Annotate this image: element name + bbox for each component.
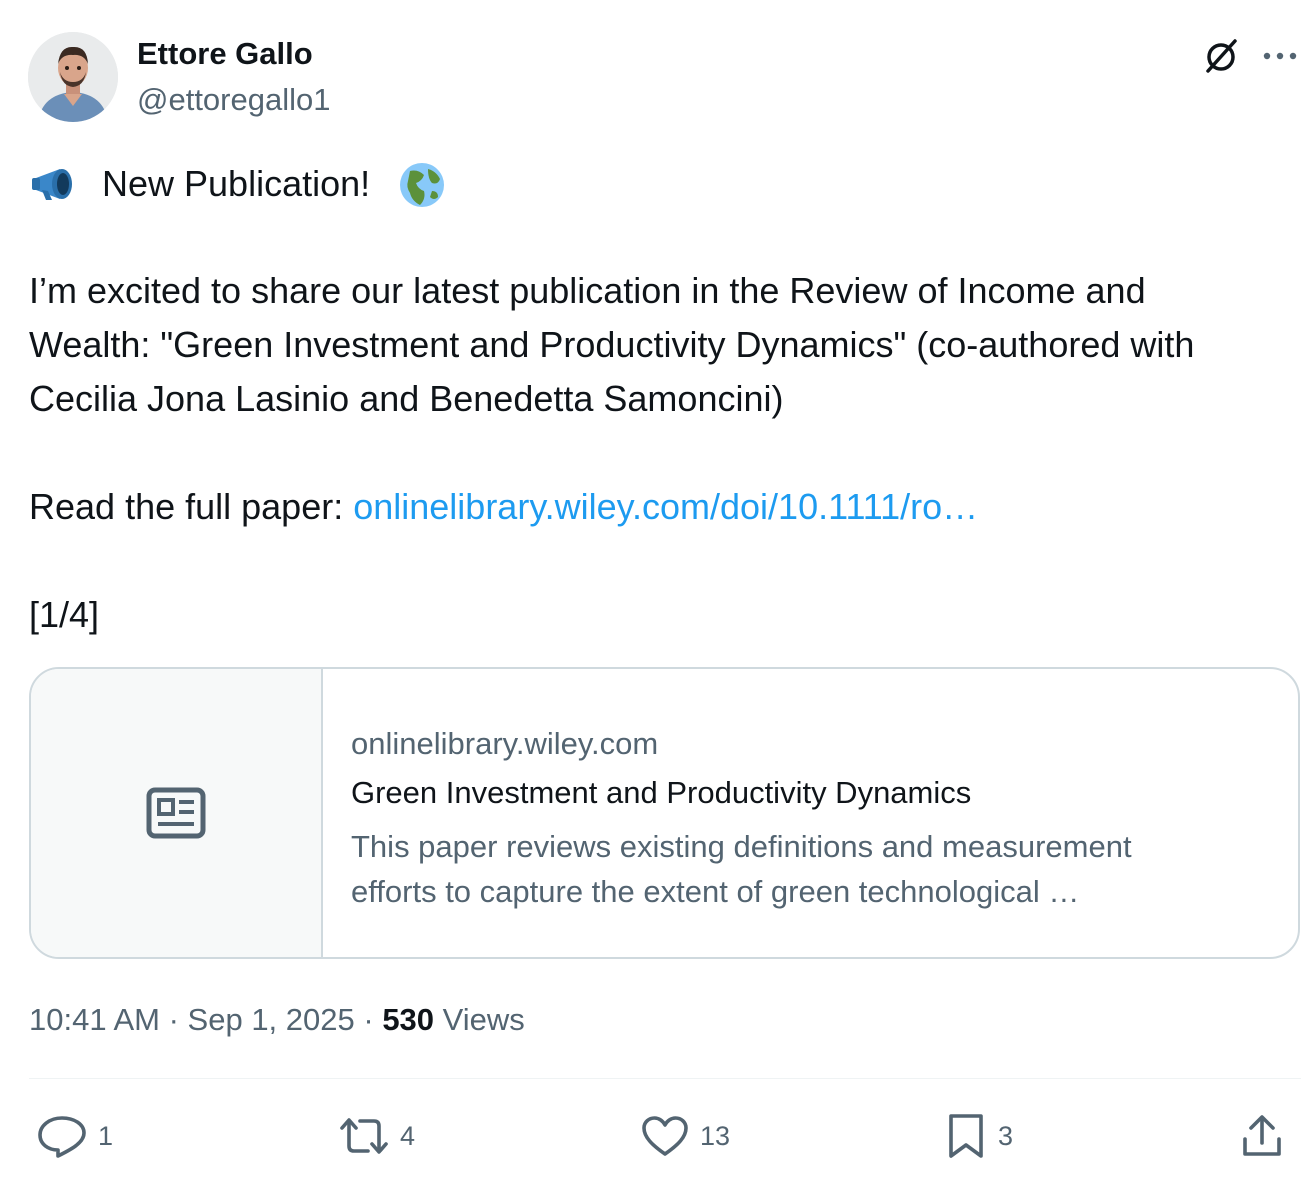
card-description-line: This paper reviews existing definitions … <box>351 829 1132 864</box>
tweet-body-line: Wealth: "Green Investment and Productivi… <box>29 324 1195 365</box>
bookmark-button[interactable]: 3 <box>944 1108 1013 1164</box>
reply-count: 1 <box>98 1120 114 1151</box>
meta-separator: · <box>159 1002 188 1037</box>
tweet-body-line: Cecilia Jona Lasinio and Benedetta Samon… <box>29 378 784 419</box>
tweet-body-line: I’m excited to share our latest publicat… <box>29 270 1146 311</box>
tweet-date[interactable]: Sep 1, 2025 <box>188 1002 355 1037</box>
views-label: Views <box>434 1002 525 1037</box>
author-handle[interactable]: @ettoregallo1 <box>137 82 330 118</box>
card-domain: onlinelibrary.wiley.com <box>351 726 659 761</box>
like-icon <box>642 1116 688 1156</box>
bookmark-count: 3 <box>998 1120 1014 1151</box>
retweet-button[interactable]: 4 <box>338 1108 415 1164</box>
reply-button[interactable]: 1 <box>36 1108 113 1164</box>
views-count: 530 <box>382 1002 435 1037</box>
globe-icon <box>398 161 446 209</box>
card-title: Green Investment and Productivity Dynami… <box>351 775 972 810</box>
avatar[interactable] <box>28 32 118 122</box>
tweet-headline: New Publication! <box>102 163 371 204</box>
tweet-time[interactable]: 10:41 AM <box>29 1002 160 1037</box>
tweet-meta: 10:41 AM · Sep 1, 2025 · 530 Views <box>29 1002 525 1038</box>
read-prefix: Read the full paper: <box>29 486 354 527</box>
card-thumbnail <box>31 669 323 957</box>
avatar-image <box>28 32 118 122</box>
megaphone-icon <box>30 166 78 202</box>
more-icon <box>1263 52 1297 60</box>
grok-icon <box>1206 39 1237 73</box>
share-icon <box>1243 1115 1281 1156</box>
card-description-line: efforts to capture the extent of green t… <box>351 874 1080 909</box>
paper-link[interactable]: onlinelibrary.wiley.com/doi/10.1111/ro… <box>353 486 978 527</box>
retweet-count: 4 <box>400 1120 416 1151</box>
like-button[interactable]: 13 <box>640 1108 730 1164</box>
share-button[interactable] <box>1240 1108 1284 1164</box>
author-name[interactable]: Ettore Gallo <box>137 36 313 72</box>
reply-icon <box>38 1116 86 1158</box>
like-count: 13 <box>700 1120 731 1151</box>
link-preview-card[interactable]: onlinelibrary.wiley.com Green Investment… <box>29 667 1300 959</box>
retweet-icon <box>340 1118 388 1154</box>
article-icon <box>146 787 206 839</box>
grok-button[interactable] <box>1198 34 1244 78</box>
meta-separator: · <box>354 1002 383 1037</box>
read-full-paper-line: Read the full paper: onlinelibrary.wiley… <box>29 480 978 534</box>
divider <box>29 1078 1301 1079</box>
more-options-button[interactable] <box>1256 34 1303 78</box>
thread-counter: [1/4] <box>29 594 100 635</box>
card-description: This paper reviews existing definitions … <box>351 824 1132 914</box>
bookmark-icon <box>949 1114 983 1158</box>
